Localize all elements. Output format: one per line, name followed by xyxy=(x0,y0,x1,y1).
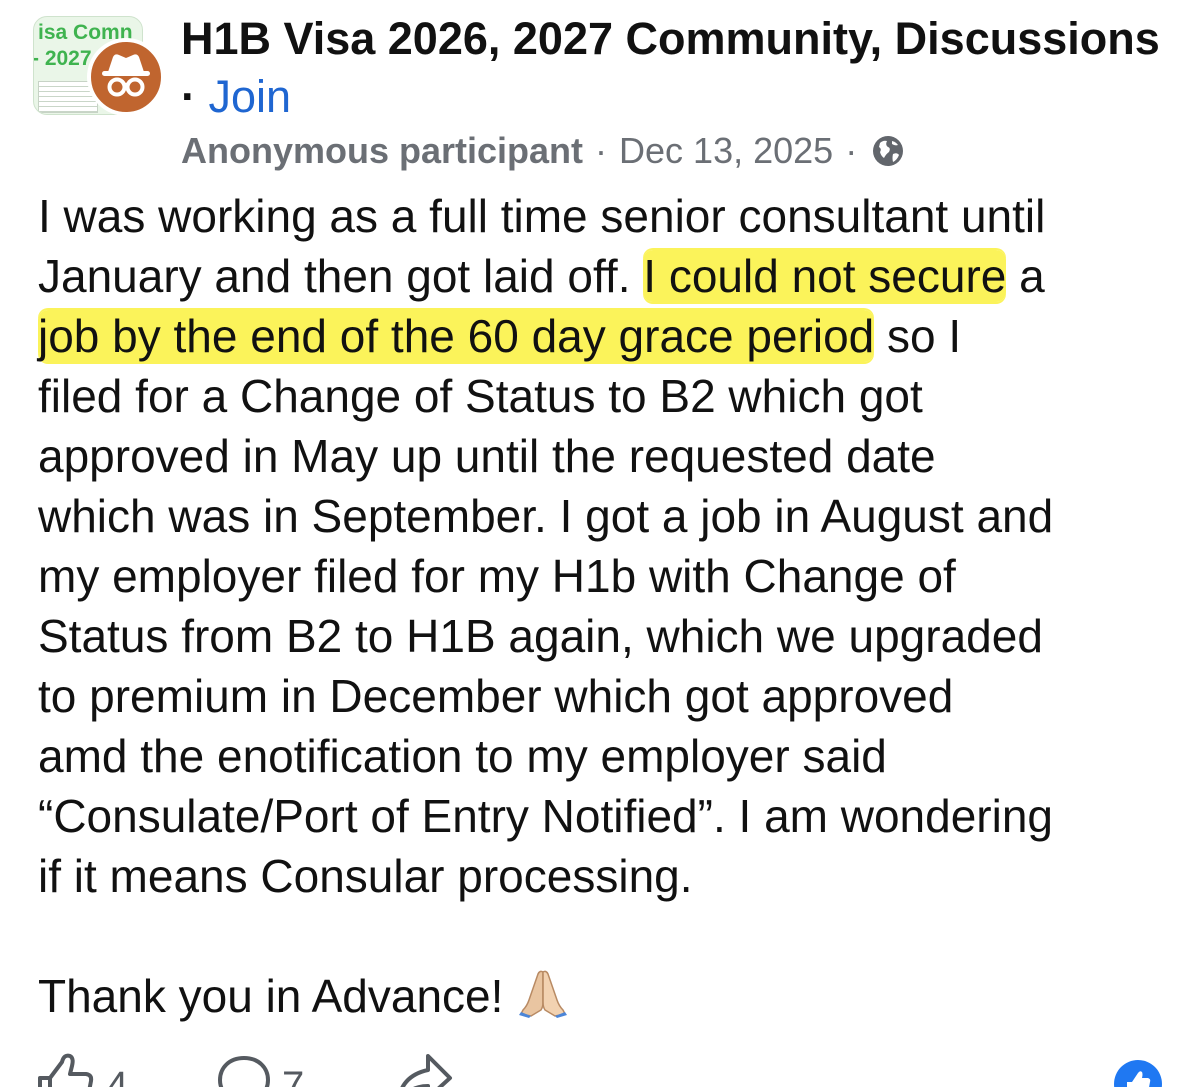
post-text-segment: approved in May up until the requested d… xyxy=(38,430,936,482)
post-text-segment: Status from B2 to H1B again, which we up… xyxy=(38,610,1043,662)
post-text-line: my employer filed for my H1b with Change… xyxy=(38,546,1188,606)
post-text-segment: so I xyxy=(874,310,962,362)
share-arrow-icon xyxy=(400,1054,452,1087)
post-text-line: amd the enotification to my employer sai… xyxy=(38,726,1188,786)
post-text-line: which was in September. I got a job in A… xyxy=(38,486,1188,546)
post-text-line: I was working as a full time senior cons… xyxy=(38,186,1188,246)
highlighted-text: I could not secure xyxy=(643,250,1007,302)
highlighted-text: job by the end of the 60 day grace perio… xyxy=(38,310,875,362)
post-text-segment: filed for a Change of Status to B2 which… xyxy=(38,370,923,422)
meta-separator: · xyxy=(845,130,858,171)
post-text-segment: a xyxy=(1006,250,1045,302)
thumbs-up-icon xyxy=(38,1053,94,1087)
post-text-segment: amd the enotification to my employer sai… xyxy=(38,730,887,782)
thumbs-up-icon xyxy=(1127,1071,1151,1087)
share-button[interactable] xyxy=(392,1048,456,1087)
like-count: 4 xyxy=(106,1064,129,1087)
post-text-line: approved in May up until the requested d… xyxy=(38,426,1188,486)
group-name[interactable]: H1B Visa 2026, 2027 Community, Discussio… xyxy=(181,13,1160,64)
folded-hands-icon xyxy=(519,970,568,1018)
post-text-segment: my employer filed for my H1b with Change… xyxy=(38,550,956,602)
comment-bubble-icon xyxy=(218,1056,270,1087)
post-date[interactable]: Dec 13, 2025 xyxy=(619,128,833,174)
title-separator: · xyxy=(181,71,196,122)
author-name[interactable]: Anonymous participant xyxy=(181,128,583,174)
like-reaction-badge[interactable] xyxy=(1114,1060,1162,1087)
post-text-segment: if it means Consular processing. xyxy=(38,850,693,902)
post-body: I was working as a full time senior cons… xyxy=(38,186,1188,1026)
post-text-segment: which was in September. I got a job in A… xyxy=(38,490,1054,542)
post-text-line: “Consulate/Port of Entry Notified”. I am… xyxy=(38,786,1188,846)
post-text-line: if it means Consular processing. xyxy=(38,846,1188,906)
closing-line: Thank you in Advance! xyxy=(38,966,1188,1026)
post-text-line: to premium in December which got approve… xyxy=(38,666,1188,726)
group-thumbnail-text-line2: - 2027 xyxy=(33,47,92,70)
post-text-line: Status from B2 to H1B again, which we up… xyxy=(38,606,1188,666)
post-text-segment: January and then got laid off. xyxy=(38,250,644,302)
post-meta: Anonymous participant · Dec 13, 2025 · xyxy=(181,128,905,174)
post-text-segment: I was working as a full time senior cons… xyxy=(38,190,1046,242)
post-action-bar: 4 7 xyxy=(36,1048,1176,1087)
group-title: H1B Visa 2026, 2027 Community, Discussio… xyxy=(181,10,1171,126)
post-text-line: filed for a Change of Status to B2 which… xyxy=(38,366,1188,426)
post-text-line: January and then got laid off. I could n… xyxy=(38,246,1188,306)
comment-button[interactable]: 7 xyxy=(216,1048,304,1087)
like-button[interactable]: 4 xyxy=(36,1048,128,1087)
avatar[interactable] xyxy=(87,38,165,116)
join-button[interactable]: Join xyxy=(209,71,292,122)
post-text-segment: to premium in December which got approve… xyxy=(38,670,954,722)
closing-text: Thank you in Advance! xyxy=(38,970,504,1022)
globe-icon xyxy=(873,136,904,166)
incognito-icon xyxy=(102,54,150,97)
meta-separator: · xyxy=(595,130,608,171)
comment-count: 7 xyxy=(282,1064,305,1087)
post-text-line: job by the end of the 60 day grace perio… xyxy=(38,306,1188,366)
post-text-segment: “Consulate/Port of Entry Notified”. I am… xyxy=(38,790,1054,842)
